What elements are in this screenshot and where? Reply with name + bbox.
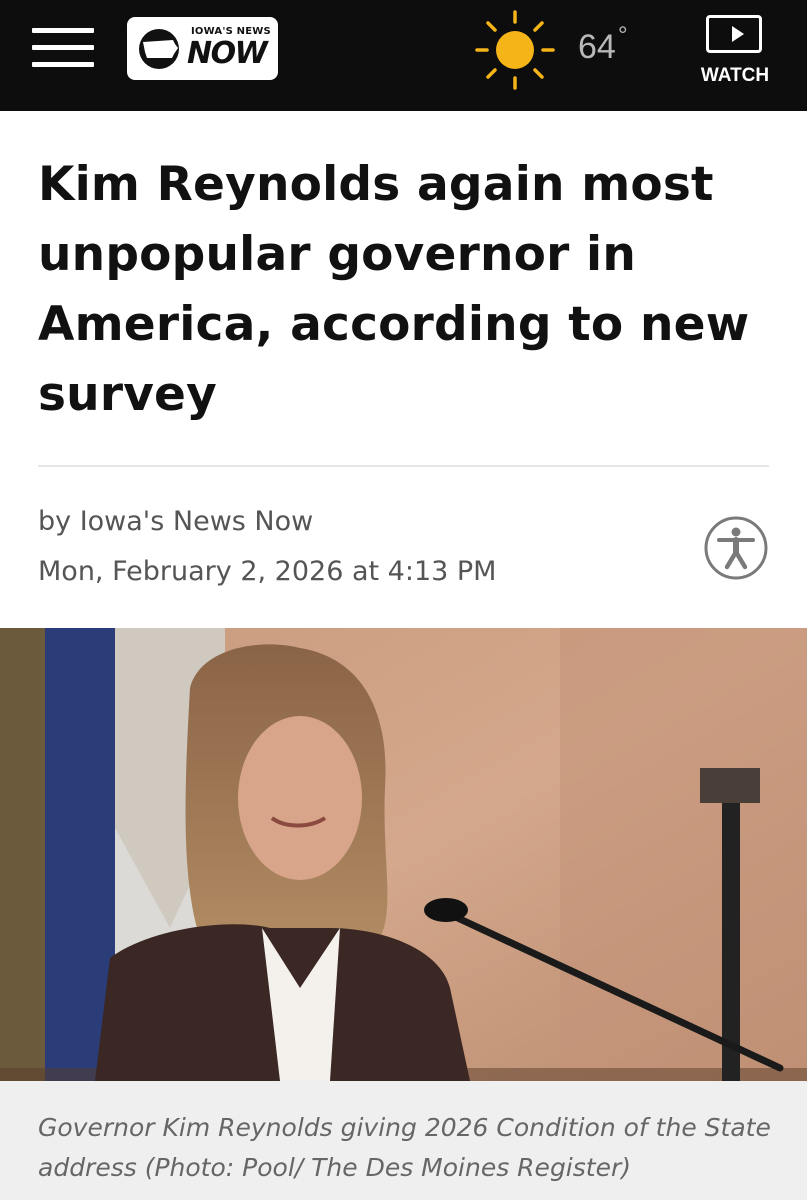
degree-symbol: °: [618, 22, 628, 49]
watch-button[interactable]: WATCH: [690, 12, 780, 92]
photo-caption: Governor Kim Reynolds giving 2026 Condit…: [38, 1113, 771, 1182]
watch-label: WATCH: [700, 65, 770, 86]
headline-divider: [38, 465, 769, 467]
article-photo: [0, 628, 807, 1081]
article-byline: by Iowa's News Now: [38, 506, 314, 537]
article-headline: Kim Reynolds again most unpopular govern…: [38, 157, 750, 422]
top-navigation-bar: IOWA'S NEWS NOW 64 ° WATCH: [0, 0, 807, 111]
logo-wordmark: NOW: [187, 36, 268, 71]
accessibility-icon[interactable]: [703, 515, 769, 581]
temperature-value[interactable]: 64: [578, 27, 616, 67]
menu-line: [32, 45, 94, 50]
menu-line: [32, 62, 94, 67]
article-date: Mon, February 2, 2026 at 4:13 PM: [38, 556, 497, 587]
play-video-icon: [706, 15, 762, 53]
sun-icon[interactable]: [475, 10, 555, 90]
iowa-map-icon: [139, 29, 179, 69]
site-logo[interactable]: IOWA'S NEWS NOW: [127, 17, 278, 80]
menu-line: [32, 28, 94, 33]
hamburger-menu-icon[interactable]: [32, 28, 94, 68]
play-triangle: [732, 26, 744, 42]
